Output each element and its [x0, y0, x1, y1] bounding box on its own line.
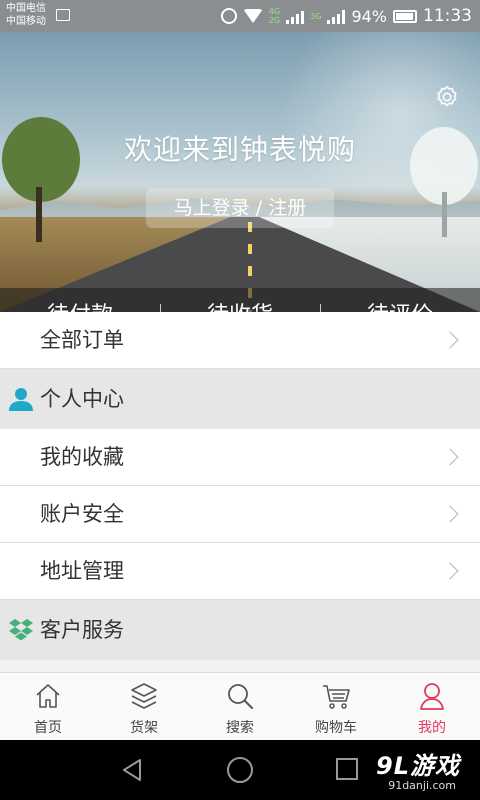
- home-circle-icon[interactable]: [227, 757, 253, 783]
- personal-center-label: 个人中心: [40, 387, 124, 411]
- person-icon: [9, 388, 33, 411]
- all-orders-label: 全部订单: [40, 328, 124, 352]
- nav-search[interactable]: 搜索: [192, 673, 288, 740]
- network-type-icon-2: 3G: [310, 12, 321, 21]
- watermark: 9L游戏 91danji.com: [376, 746, 460, 792]
- nav-cart[interactable]: 购物车: [288, 673, 384, 740]
- chevron-right-icon: [441, 331, 459, 349]
- login-register-button[interactable]: 马上登录 / 注册: [146, 188, 334, 228]
- layers-icon: [131, 683, 157, 709]
- tab-pending-payment[interactable]: 待付款: [0, 288, 160, 312]
- carrier-info: 中国电信 中国移动: [6, 2, 46, 28]
- carrier-1: 中国电信: [6, 3, 46, 14]
- recent-apps-icon[interactable]: [336, 758, 358, 780]
- chevron-right-icon: [441, 448, 459, 466]
- account-security-item[interactable]: 账户安全: [0, 486, 480, 543]
- favorites-item[interactable]: 我的收藏: [0, 429, 480, 486]
- tab-pending-receipt[interactable]: 待收货: [160, 288, 320, 312]
- order-status-bar: 待付款 待收货 待评价: [0, 288, 480, 312]
- nav-cart-label: 购物车: [315, 720, 357, 736]
- net-4g-label: 4G: [268, 7, 281, 16]
- user-icon: [420, 683, 444, 710]
- watermark-brand: 9L游戏: [376, 752, 460, 780]
- network-type-icon: 4G 2G: [269, 7, 280, 25]
- all-orders-item[interactable]: 全部订单: [0, 312, 480, 369]
- cart-icon: [323, 685, 350, 709]
- nav-mine-label: 我的: [418, 720, 446, 736]
- address-management-item[interactable]: 地址管理: [0, 543, 480, 600]
- welcome-title: 欢迎来到钟表悦购: [123, 133, 356, 166]
- nav-home-label: 首页: [34, 720, 62, 736]
- nav-mine[interactable]: 我的: [384, 673, 480, 740]
- carrier-2: 中国移动: [6, 16, 46, 27]
- nav-shelf-label: 货架: [130, 720, 158, 736]
- battery-percent: 94%: [351, 6, 387, 26]
- back-icon[interactable]: [120, 757, 146, 783]
- account-security-label: 账户安全: [40, 502, 124, 526]
- alarm-icon: [220, 8, 237, 24]
- search-icon: [228, 684, 253, 709]
- battery-icon: [393, 9, 417, 23]
- profile-header: 欢迎来到钟表悦购 马上登录 / 注册 待付款 待收货 待评价: [0, 32, 480, 312]
- clock: 11:33: [423, 6, 472, 26]
- system-navigation-bar: 9L游戏 91danji.com: [0, 740, 480, 800]
- nav-home[interactable]: 首页: [0, 673, 96, 740]
- favorites-label: 我的收藏: [40, 445, 124, 469]
- dropbox-icon: [9, 619, 33, 641]
- net-3g-label: 3G: [310, 11, 322, 21]
- signal-icon: [286, 8, 305, 24]
- gear-icon[interactable]: [434, 84, 460, 110]
- home-icon: [36, 684, 60, 708]
- customer-service-label: 客户服务: [40, 618, 124, 642]
- tab-pending-review[interactable]: 待评价: [320, 288, 480, 312]
- section-customer-service: 客户服务: [0, 600, 480, 660]
- address-management-label: 地址管理: [40, 559, 124, 583]
- nav-shelf[interactable]: 货架: [96, 673, 192, 740]
- section-personal-center: 个人中心: [0, 369, 480, 429]
- sim-icon: [56, 9, 70, 21]
- watermark-site: 91danji.com: [388, 779, 456, 792]
- chevron-right-icon: [441, 562, 459, 580]
- nav-search-label: 搜索: [226, 720, 254, 736]
- net-2g-label: 2G: [268, 16, 281, 25]
- account-menu: 全部订单 个人中心 我的收藏 账户安全 地址管理 客户服务: [0, 312, 480, 660]
- chevron-right-icon: [441, 505, 459, 523]
- status-bar: 中国电信 中国移动 4G 2G 3G 94% 11:33: [0, 0, 480, 32]
- signal-icon-2: [327, 8, 346, 24]
- bottom-navigation: 首页 货架 搜索 购物车 我的: [0, 672, 480, 740]
- wifi-icon: [242, 9, 263, 23]
